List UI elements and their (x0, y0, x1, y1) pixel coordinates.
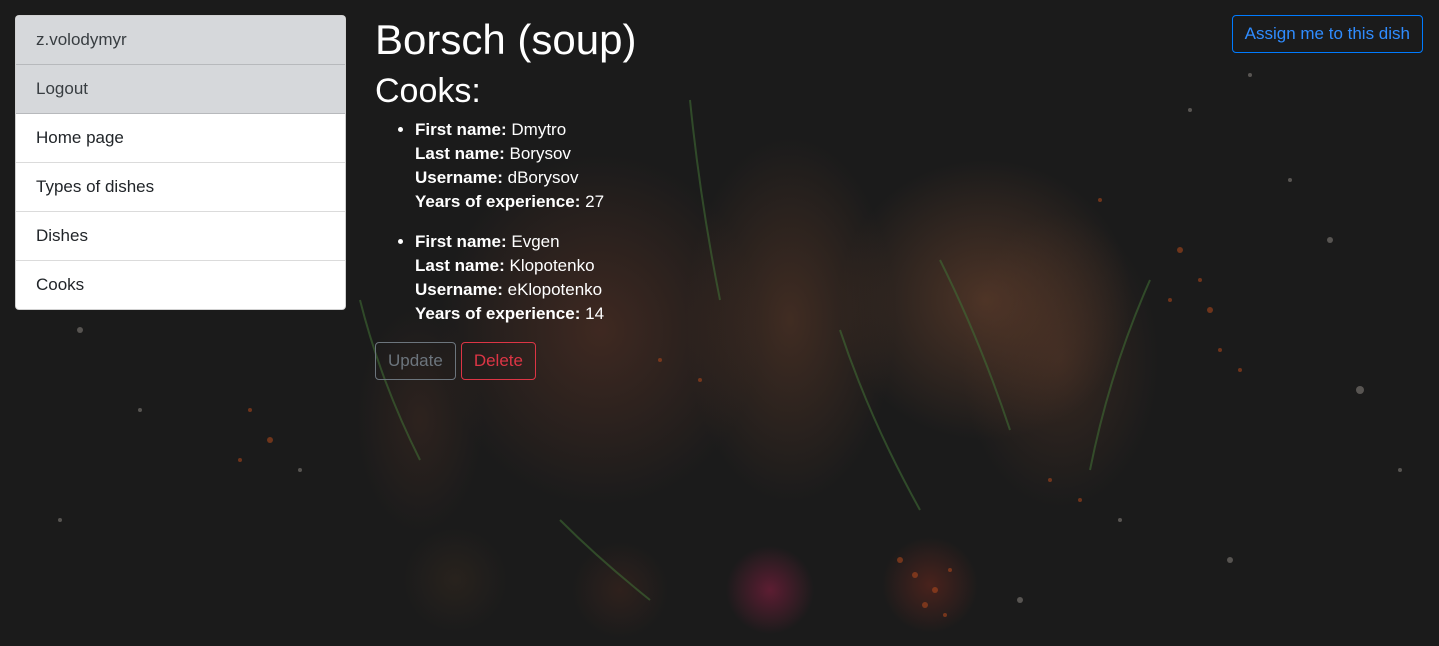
username-label: Username: (415, 280, 503, 299)
sidebar-item-home-page[interactable]: Home page (16, 114, 345, 163)
dish-actions: Update Delete (375, 342, 1175, 380)
first-name-value: Evgen (511, 232, 560, 251)
list-item: First name: Dmytro Last name: Borysov Us… (415, 118, 1175, 214)
experience-label: Years of experience: (415, 304, 581, 323)
assign-me-button[interactable]: Assign me to this dish (1231, 15, 1423, 53)
username-value: eKlopotenko (507, 280, 603, 299)
last-name-label: Last name: (415, 144, 505, 163)
last-name-value: Klopotenko (509, 256, 595, 275)
list-item: First name: Evgen Last name: Klopotenko … (415, 230, 1175, 326)
experience-value: 14 (585, 304, 605, 323)
username-value: dBorysov (507, 168, 579, 187)
update-button[interactable]: Update (375, 342, 456, 380)
last-name-label: Last name: (415, 256, 505, 275)
sidebar: z.volodymyr Logout Home page Types of di… (15, 15, 346, 310)
first-name-label: First name: (415, 120, 507, 139)
dish-detail: Borsch (soup) Cooks: First name: Dmytro … (375, 10, 1175, 380)
sidebar-item-dishes[interactable]: Dishes (16, 212, 345, 261)
cooks-list: First name: Dmytro Last name: Borysov Us… (375, 118, 1175, 326)
username-label: Username: (415, 168, 503, 187)
sidebar-item-types-of-dishes[interactable]: Types of dishes (16, 163, 345, 212)
first-name-value: Dmytro (511, 120, 567, 139)
page-title: Borsch (soup) (375, 16, 637, 63)
experience-label: Years of experience: (415, 192, 581, 211)
cooks-heading: Cooks: (375, 72, 481, 110)
experience-value: 27 (585, 192, 605, 211)
sidebar-item-logout[interactable]: Logout (16, 65, 345, 114)
sidebar-item-username[interactable]: z.volodymyr (16, 16, 345, 65)
last-name-value: Borysov (509, 144, 571, 163)
first-name-label: First name: (415, 232, 507, 251)
sidebar-item-cooks[interactable]: Cooks (16, 261, 345, 309)
delete-button[interactable]: Delete (460, 342, 536, 380)
